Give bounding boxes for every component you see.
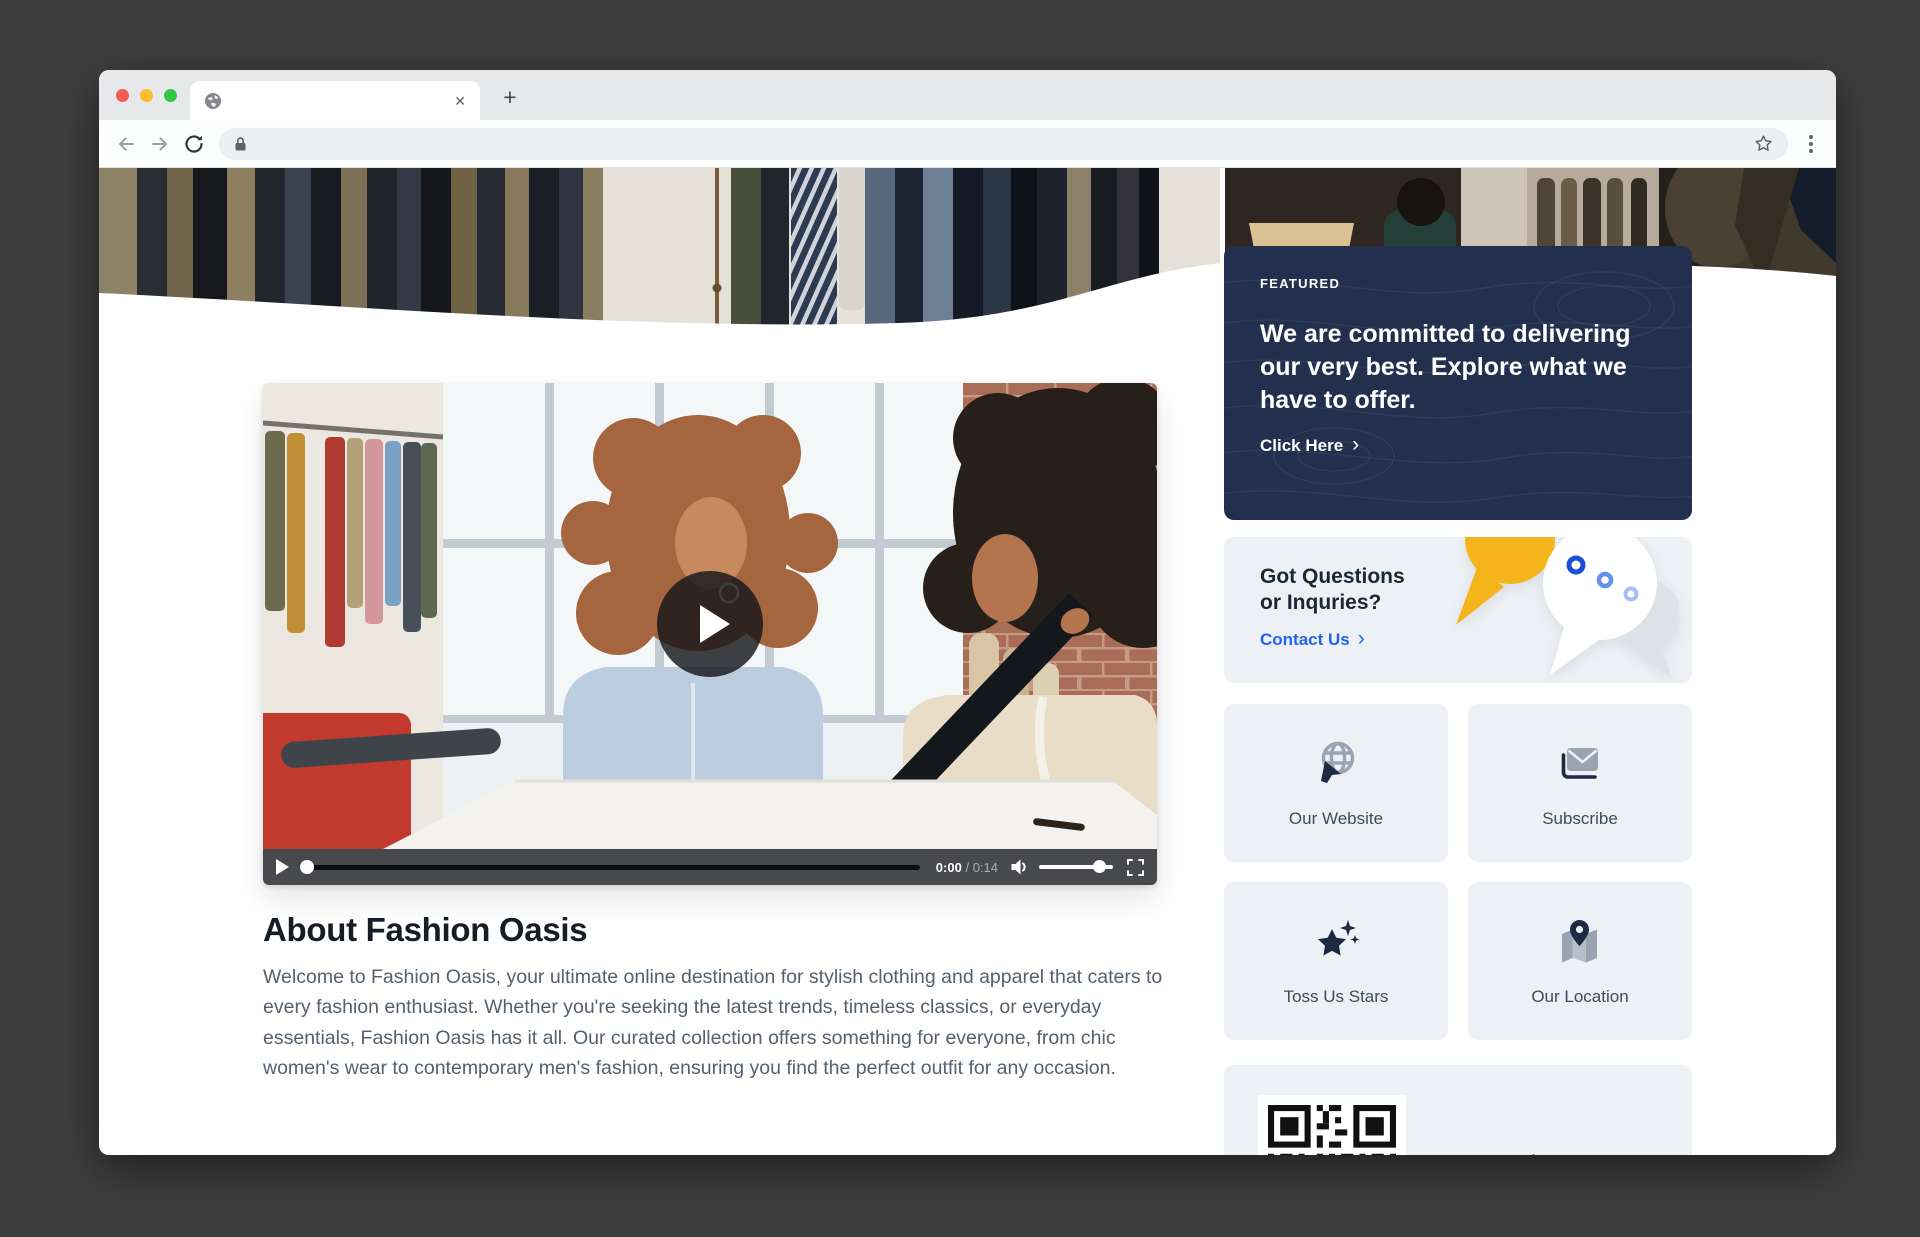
about-heading: About Fashion Oasis [263, 911, 1157, 949]
browser-tab[interactable]: ✕ [190, 81, 480, 120]
our-location-label: Our Location [1531, 987, 1628, 1007]
sidebar: FEATURED We are committed to delivering … [1224, 246, 1692, 1155]
featured-cta-label: Click Here [1260, 436, 1343, 456]
chevron-right-icon: › [1352, 437, 1359, 453]
featured-headline: We are committed to delivering our very … [1260, 318, 1656, 417]
new-tab-button[interactable]: + [495, 83, 525, 113]
time-separator: / [965, 860, 969, 875]
browser-toolbar [99, 120, 1836, 168]
forward-button[interactable] [143, 127, 177, 161]
toss-us-stars-card[interactable]: Toss Us Stars [1224, 882, 1448, 1040]
inquiries-title-line1: Got Questions [1260, 564, 1692, 590]
envelope-icon [1555, 738, 1605, 788]
progress-thumb[interactable] [300, 860, 314, 874]
volume-thumb[interactable] [1093, 860, 1106, 873]
volume-slider[interactable] [1039, 865, 1113, 870]
favicon-globe-icon [204, 92, 222, 110]
featured-cta[interactable]: Click Here › [1260, 436, 1656, 456]
duration: 0:14 [973, 860, 998, 875]
zoom-window-button[interactable] [164, 89, 177, 102]
subscribe-label: Subscribe [1542, 809, 1618, 829]
video-controls: 0:00 / 0:14 [263, 849, 1157, 885]
reload-button[interactable] [177, 127, 211, 161]
browser-window: ✕ + [99, 70, 1836, 1155]
video-player[interactable]: 0:00 / 0:14 [263, 383, 1157, 885]
browser-menu-icon[interactable] [1796, 131, 1826, 157]
back-button[interactable] [109, 127, 143, 161]
volume-icon[interactable] [1010, 858, 1029, 876]
our-website-card[interactable]: Our Website [1224, 704, 1448, 862]
page-viewport: 0:00 / 0:14 About Fashion Oasis [99, 168, 1836, 1155]
globe-cursor-icon [1311, 738, 1361, 788]
reload-icon [183, 133, 205, 155]
featured-card: FEATURED We are committed to delivering … [1224, 246, 1692, 520]
close-window-button[interactable] [116, 89, 129, 102]
on-the-go-title: On the Go? [1494, 1151, 1595, 1155]
fullscreen-icon[interactable] [1127, 859, 1144, 876]
qr-code-box [1258, 1095, 1406, 1155]
about-paragraph: Welcome to Fashion Oasis, your ultimate … [263, 962, 1177, 1084]
chevron-right-icon: › [1358, 631, 1365, 647]
bookmark-star-icon[interactable] [1753, 133, 1774, 154]
map-pin-icon [1555, 916, 1605, 966]
contact-us-label: Contact Us [1260, 630, 1350, 650]
forward-arrow-icon [149, 133, 171, 155]
current-time: 0:00 [936, 860, 962, 875]
inquiries-title-line2: or Inquries? [1260, 590, 1692, 616]
play-button-overlay[interactable] [657, 571, 763, 677]
traffic-lights [116, 89, 177, 102]
quick-links-grid: Our Website Subscribe [1224, 704, 1692, 1040]
inquiries-card: Got Questions or Inquries? Contact Us › [1224, 537, 1692, 683]
qr-code [1268, 1105, 1396, 1155]
lock-icon [233, 136, 248, 152]
subscribe-card[interactable]: Subscribe [1468, 704, 1692, 862]
minimize-window-button[interactable] [140, 89, 153, 102]
toss-us-stars-label: Toss Us Stars [1284, 987, 1389, 1007]
featured-eyebrow: FEATURED [1260, 276, 1656, 291]
play-icon [700, 605, 730, 643]
our-location-card[interactable]: Our Location [1468, 882, 1692, 1040]
play-control-icon[interactable] [276, 859, 289, 875]
star-sparkles-icon [1311, 916, 1361, 966]
address-bar[interactable] [219, 128, 1788, 160]
back-arrow-icon [115, 133, 137, 155]
tab-close-icon[interactable]: ✕ [454, 94, 466, 108]
main-content: 0:00 / 0:14 About Fashion Oasis [263, 383, 1157, 1084]
video-time: 0:00 / 0:14 [936, 860, 998, 875]
video-progress-bar[interactable] [303, 865, 920, 870]
contact-us-link[interactable]: Contact Us › [1260, 630, 1692, 650]
tab-strip: ✕ + [99, 70, 1836, 120]
our-website-label: Our Website [1289, 809, 1383, 829]
on-the-go-card: On the Go? [1224, 1065, 1692, 1155]
